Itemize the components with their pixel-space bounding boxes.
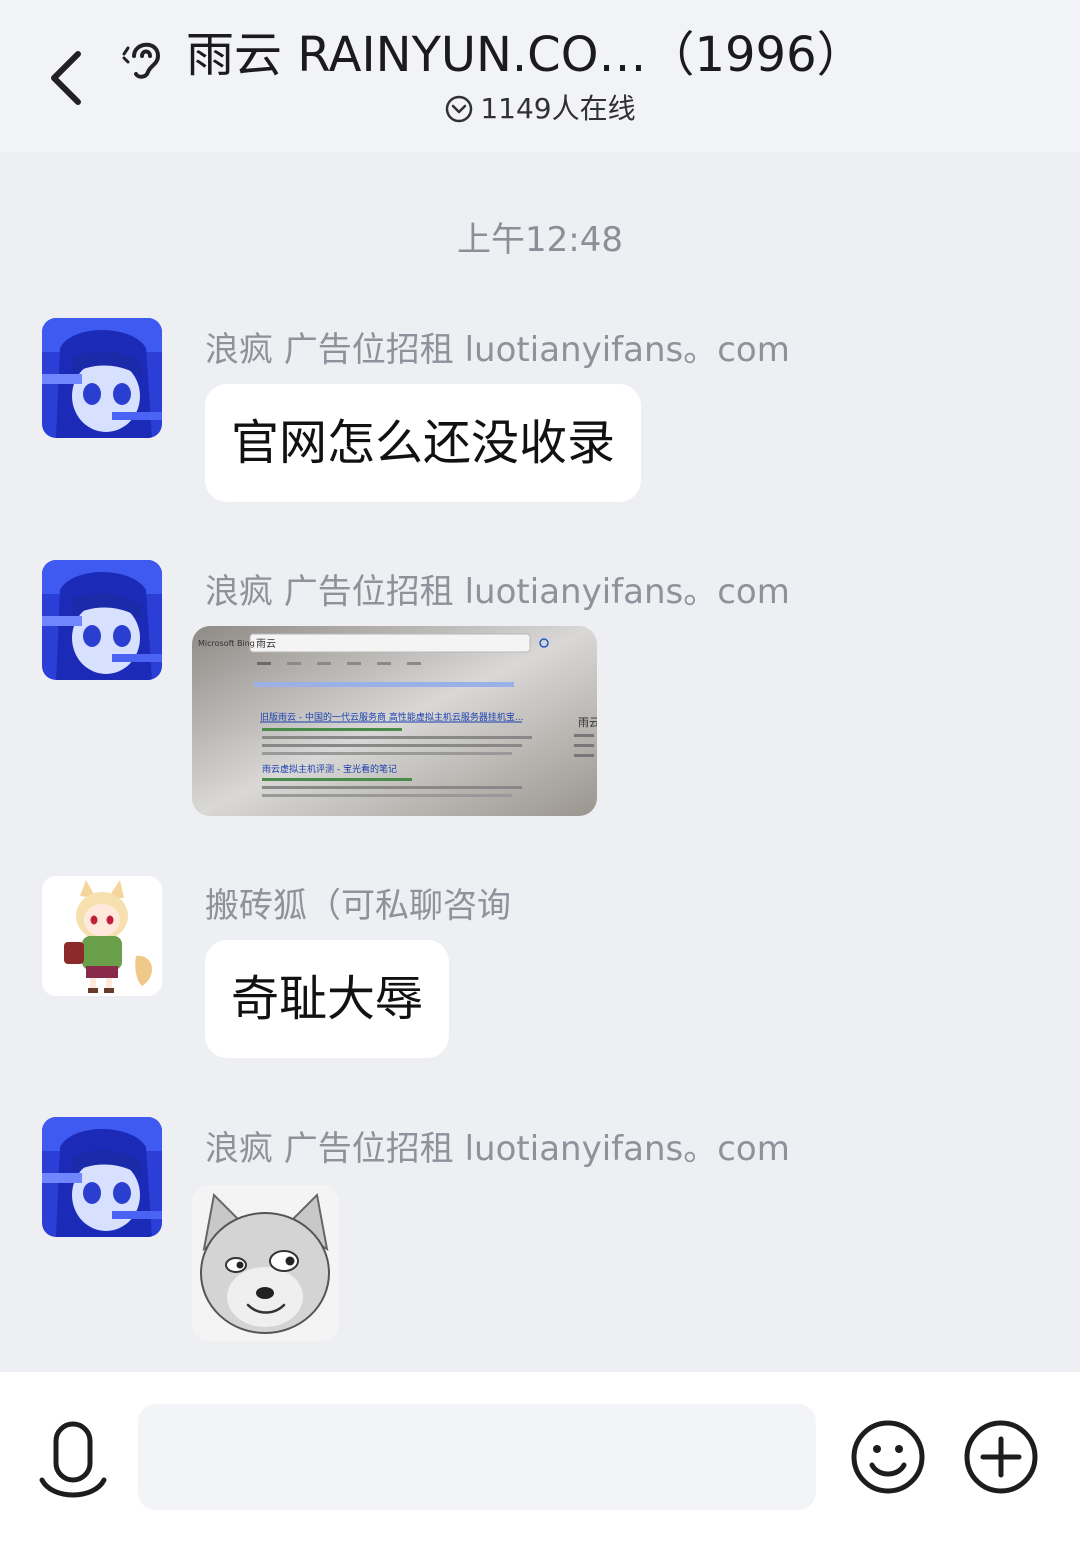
message-timestamp: 上午12:48 xyxy=(457,220,623,260)
message-input[interactable] xyxy=(138,1404,816,1510)
avatar[interactable] xyxy=(42,318,162,438)
smiley-icon xyxy=(851,1420,925,1494)
sender-name: 搬砖狐（可私聊咨询 xyxy=(205,886,511,926)
search-query: 雨云 xyxy=(256,639,276,650)
sender-name: 浪疯 广告位招租 luotianyifans。com xyxy=(205,1129,790,1169)
chat-header: 雨云 RAINYUN.CO…（1996） 1149人在线 xyxy=(0,0,1080,152)
result-2-title: 雨云虚拟主机评测 - 宝光看的笔记 xyxy=(262,763,397,775)
fox-girl-avatar-image xyxy=(42,876,162,996)
anime-avatar-image xyxy=(42,1117,162,1237)
sender-name: 浪疯 广告位招租 luotianyifans。com xyxy=(205,572,790,612)
online-count-label: 1149人在线 xyxy=(480,92,636,125)
avatar[interactable] xyxy=(42,1117,162,1237)
chevron-down-circle-icon xyxy=(446,95,473,123)
doge-sticker xyxy=(192,1185,339,1341)
message-bubble[interactable]: 官网怎么还没收录 xyxy=(205,384,642,502)
search-results-photo: Microsoft Bing 雨云 旧版雨云 - 中国的一代云服务商 高性能虚拟… xyxy=(192,626,597,816)
voice-button[interactable] xyxy=(38,1420,108,1500)
online-count[interactable]: 1149人在线 xyxy=(0,88,1080,129)
bing-label: Microsoft Bing xyxy=(198,639,255,648)
sticker-message[interactable] xyxy=(192,1185,339,1341)
image-message[interactable]: Microsoft Bing 雨云 旧版雨云 - 中国的一代云服务商 高性能虚拟… xyxy=(192,626,597,816)
anime-avatar-image xyxy=(42,318,162,438)
group-title[interactable]: 雨云 RAINYUN.CO…（1996） xyxy=(186,22,1046,88)
side-panel-label: 雨云 xyxy=(578,716,597,729)
result-1-title: 旧版雨云 - 中国的一代云服务商 高性能虚拟主机云服务器挂机宝... xyxy=(260,711,523,723)
message-composer xyxy=(0,1372,1080,1541)
sender-name: 浪疯 广告位招租 luotianyifans。com xyxy=(205,330,790,370)
ear-icon xyxy=(122,42,161,79)
anime-avatar-image xyxy=(42,560,162,680)
plus-circle-icon xyxy=(964,1420,1038,1494)
emoji-button[interactable] xyxy=(850,1419,926,1495)
avatar[interactable] xyxy=(42,560,162,680)
avatar[interactable] xyxy=(42,876,162,996)
more-actions-button[interactable] xyxy=(963,1419,1039,1495)
microphone-icon xyxy=(39,1421,107,1498)
message-bubble[interactable]: 奇耻大辱 xyxy=(205,940,450,1058)
